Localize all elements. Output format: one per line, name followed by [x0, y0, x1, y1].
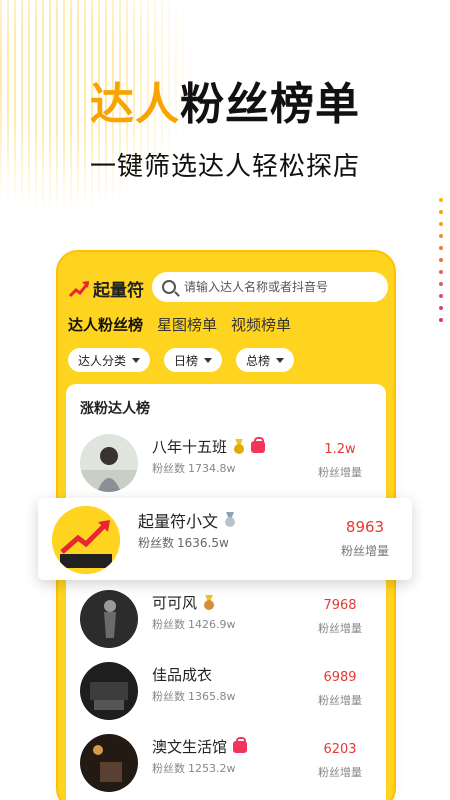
- shop-bag-icon: [233, 736, 248, 753]
- fans-label: 粉丝数: [138, 536, 175, 550]
- growth-label: 粉丝增量: [340, 544, 389, 558]
- fans-count: 粉丝数 1636.5w: [138, 534, 229, 551]
- fans-count: 粉丝数 1365.8w: [152, 688, 236, 704]
- item-name-text: 佳品成衣: [152, 666, 213, 684]
- item-name: 佳品成衣: [152, 664, 212, 685]
- list-item[interactable]: 澳文生活馆 粉丝数 1253.2w 6203 粉丝增量: [66, 728, 386, 798]
- fans-count: 粉丝数 1426.9w: [152, 616, 236, 632]
- avatar: [80, 590, 138, 648]
- filter-bar: 达人分类 日榜 总榜: [68, 348, 308, 372]
- hero-subtitle: 一键筛选达人轻松探店: [89, 152, 360, 182]
- search-icon: [162, 280, 176, 294]
- item-name-text: 澳文生活馆: [152, 738, 228, 756]
- filter-total[interactable]: 总榜: [236, 348, 295, 372]
- filter-daily[interactable]: 日榜: [164, 348, 223, 372]
- fans-label: 粉丝数: [152, 690, 185, 703]
- fans-value: 1734.8w: [188, 462, 236, 475]
- shop-bag-icon: [251, 436, 266, 453]
- item-name: 澳文生活馆: [152, 736, 248, 757]
- item-name: 八年十五班: [152, 436, 266, 457]
- list-item[interactable]: 佳品成衣 粉丝数 1365.8w 6989 粉丝增量: [66, 656, 386, 726]
- chevron-down-icon: [132, 357, 141, 363]
- hero-title-accent: 达人: [90, 79, 180, 130]
- growth-label: 粉丝增量: [318, 466, 362, 479]
- tab-video-ranking[interactable]: 视频榜单: [231, 314, 291, 335]
- filter-total-label: 总榜: [246, 353, 271, 368]
- fans-value: 1253.2w: [188, 762, 236, 775]
- search-bar[interactable]: [152, 272, 388, 302]
- item-name-text: 起量符小文: [138, 512, 219, 531]
- list-item[interactable]: 可可风 粉丝数 1426.9w 7968 粉丝增量: [66, 584, 386, 654]
- growth-value: 1.2w: [324, 442, 356, 457]
- item-name-text: 八年十五班: [152, 438, 228, 456]
- fans-value: 1636.5w: [177, 536, 229, 550]
- filter-category-label: 达人分类: [78, 353, 127, 368]
- growth-label: 粉丝增量: [318, 622, 362, 635]
- fans-count: 粉丝数 1734.8w: [152, 460, 236, 476]
- fans-value: 1426.9w: [188, 618, 236, 631]
- fans-label: 粉丝数: [152, 762, 185, 775]
- app-header: 起量符: [58, 270, 394, 310]
- decorative-dots: [438, 198, 444, 330]
- tab-fans-ranking[interactable]: 达人粉丝榜: [68, 314, 143, 335]
- growth-value: 6203: [323, 742, 357, 757]
- hero-title-rest: 粉丝榜单: [180, 79, 360, 130]
- list-item[interactable]: 八年十五班 粉丝数 1734.8w 1.2w 粉丝增量: [66, 428, 386, 498]
- growth-value: 6989: [323, 670, 357, 685]
- fans-label: 粉丝数: [152, 462, 185, 475]
- filter-category[interactable]: 达人分类: [68, 348, 151, 372]
- app-logo: 起量符: [68, 276, 144, 301]
- item-name: 起量符小文: [138, 508, 236, 532]
- list-title: 涨粉达人榜: [80, 401, 150, 417]
- fans-count: 粉丝数 1253.2w: [152, 760, 236, 776]
- ranking-list: 涨粉达人榜 八年十五班 粉丝数 1734.8w 1.2w 粉丝增量 可可风 粉丝…: [66, 384, 386, 800]
- tab-star-ranking[interactable]: 星图榜单: [157, 314, 217, 335]
- filter-daily-label: 日榜: [174, 353, 199, 368]
- trend-up-icon: [68, 280, 90, 297]
- highlighted-list-item[interactable]: 起量符小文 粉丝数 1636.5w 8963 粉丝增量: [38, 498, 412, 580]
- growth-value: 8963: [345, 518, 385, 536]
- chevron-down-icon: [204, 357, 213, 363]
- hero-title: 达人粉丝榜单: [0, 68, 450, 132]
- growth-value: 7968: [323, 598, 357, 613]
- item-name-text: 可可风: [152, 594, 198, 612]
- fans-label: 粉丝数: [152, 618, 185, 631]
- bronze-medal-icon: [203, 595, 215, 611]
- item-name: 可可风: [152, 592, 215, 613]
- ranking-tabs: 达人粉丝榜 星图榜单 视频榜单: [68, 314, 305, 335]
- avatar: [52, 506, 120, 574]
- search-input[interactable]: [184, 280, 364, 294]
- silver-medal-icon: [224, 512, 236, 528]
- avatar: [80, 734, 138, 792]
- gold-medal-icon: [233, 439, 245, 455]
- growth-label: 粉丝增量: [318, 766, 362, 779]
- growth-label: 粉丝增量: [318, 694, 362, 707]
- avatar: [80, 662, 138, 720]
- logo-text: 起量符: [93, 281, 144, 301]
- fans-value: 1365.8w: [188, 690, 236, 703]
- chevron-down-icon: [276, 357, 285, 363]
- avatar: [80, 434, 138, 492]
